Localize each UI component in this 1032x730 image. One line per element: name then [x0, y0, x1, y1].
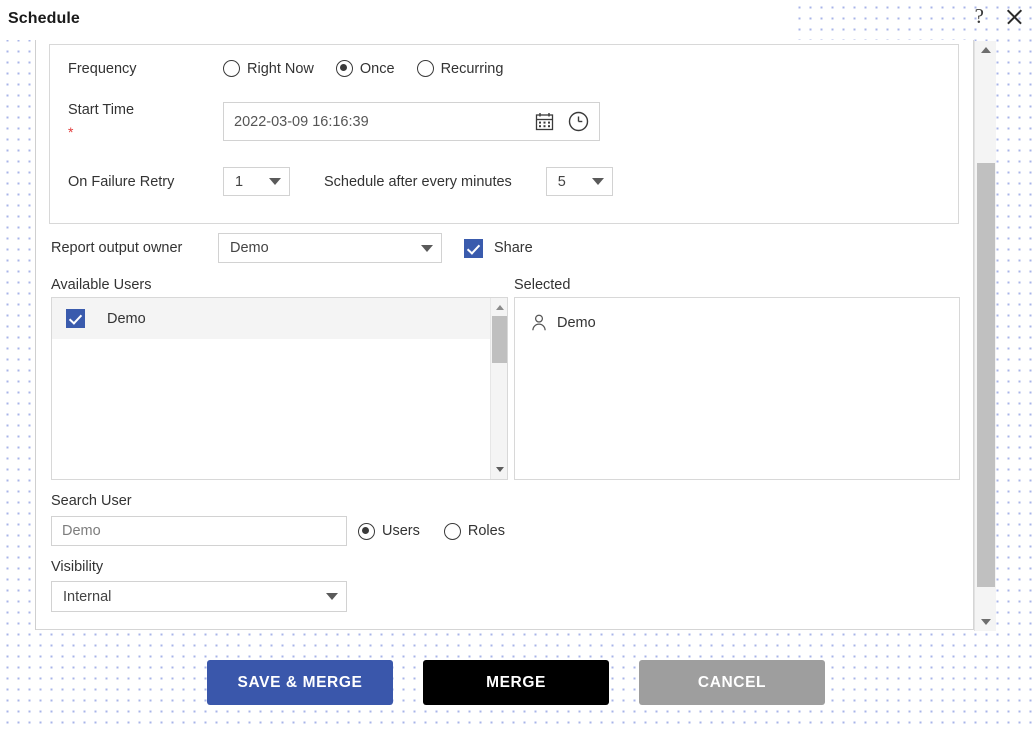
cancel-button[interactable]: CANCEL: [639, 660, 825, 705]
search-input-value: Demo: [62, 523, 101, 539]
start-time-label: Start Time: [68, 102, 135, 118]
selected-user-name: Demo: [557, 314, 596, 331]
radio-users-input[interactable]: [358, 522, 375, 540]
frequency-row: Frequency Right Now Once Recurring: [68, 60, 503, 77]
dialog-title-actions: ?: [975, 6, 1024, 27]
chevron-down-icon: [326, 593, 338, 600]
schedule-settings-panel: Frequency Right Now Once Recurring Start…: [49, 44, 959, 224]
schedule-dialog: Schedule ? Frequency Right Now Once Recu…: [0, 0, 1032, 730]
radio-recurring[interactable]: Recurring: [416, 60, 504, 77]
question-mark-icon[interactable]: ?: [975, 6, 984, 27]
scroll-thumb[interactable]: [977, 163, 995, 587]
radio-once-input[interactable]: [335, 60, 353, 77]
chevron-down-icon: [421, 244, 433, 252]
search-scope-radio-group: Users Roles: [358, 516, 505, 546]
scroll-thumb[interactable]: [492, 316, 507, 363]
calendar-icon[interactable]: [535, 112, 554, 131]
schedule-interval-label: Schedule after every minutes: [324, 173, 512, 190]
interval-minutes-value: 5: [557, 173, 566, 190]
search-user-label: Search User: [51, 493, 132, 509]
save-and-merge-button[interactable]: SAVE & MERGE: [207, 660, 393, 705]
dialog-body-inner: Frequency Right Now Once Recurring Start…: [36, 40, 974, 630]
visibility-label: Visibility: [51, 559, 104, 575]
radio-roles[interactable]: Roles: [443, 522, 505, 540]
available-user-checkbox[interactable]: [66, 309, 85, 328]
start-time-row: Start Time * 2022-03-09 16:16:39: [68, 102, 600, 141]
selected-users-label: Selected: [514, 277, 571, 293]
dialog-footer: SAVE & MERGE MERGE CANCEL: [0, 660, 1032, 730]
available-users-listbox[interactable]: Demo: [51, 297, 508, 480]
start-time-value: 2022-03-09 16:16:39: [234, 113, 369, 130]
visibility-select[interactable]: Internal: [51, 581, 347, 612]
scroll-up-icon[interactable]: [491, 300, 507, 314]
on-failure-retry-row: On Failure Retry 1 Schedule after every …: [68, 167, 613, 196]
available-users-label: Available Users: [51, 277, 152, 293]
available-user-name: Demo: [107, 310, 146, 327]
radio-users-label: Users: [382, 523, 420, 539]
start-time-label-wrap: Start Time *: [68, 102, 218, 139]
radio-users[interactable]: Users: [358, 522, 420, 540]
interval-minutes-select[interactable]: 5: [545, 167, 613, 196]
chevron-down-icon: [591, 178, 604, 185]
merge-button[interactable]: MERGE: [423, 660, 609, 705]
radio-roles-label: Roles: [467, 523, 505, 539]
start-time-input[interactable]: 2022-03-09 16:16:39: [223, 102, 600, 141]
retry-count-value: 1: [235, 173, 244, 190]
on-failure-retry-label: On Failure Retry: [68, 173, 175, 190]
radio-right-now-label: Right Now: [247, 60, 314, 77]
page-title: Schedule: [8, 10, 80, 27]
share-label: Share: [494, 240, 533, 256]
radio-roles-input[interactable]: [443, 522, 461, 540]
share-checkbox-group[interactable]: Share: [464, 238, 533, 258]
start-time-icons: [535, 111, 589, 132]
radio-right-now-input[interactable]: [223, 60, 240, 77]
radio-once-label: Once: [359, 60, 395, 77]
dialog-scrollbar[interactable]: [974, 41, 996, 631]
visibility-value: Internal: [63, 588, 112, 605]
report-output-owner-value: Demo: [230, 240, 269, 256]
radio-recurring-input[interactable]: [416, 60, 434, 77]
retry-count-select[interactable]: 1: [223, 167, 290, 196]
chevron-down-icon: [269, 178, 281, 185]
report-output-owner-select[interactable]: Demo: [218, 233, 442, 263]
share-checkbox[interactable]: [464, 238, 483, 258]
report-output-owner-label: Report output owner: [51, 240, 183, 256]
required-asterisk: *: [68, 124, 74, 140]
search-input[interactable]: Demo: [51, 516, 347, 546]
report-output-owner-row: Report output owner Demo Share: [51, 233, 533, 263]
scroll-down-icon[interactable]: [491, 462, 507, 476]
close-icon[interactable]: [1004, 7, 1024, 27]
frequency-label: Frequency: [68, 60, 137, 77]
dialog-body: Frequency Right Now Once Recurring Start…: [35, 40, 974, 630]
radio-once[interactable]: Once: [335, 60, 395, 77]
scroll-up-icon[interactable]: [975, 41, 997, 59]
radio-recurring-label: Recurring: [440, 60, 504, 77]
dialog-title-bar: Schedule: [0, 0, 790, 40]
scroll-down-icon[interactable]: [975, 613, 997, 631]
clock-icon[interactable]: [568, 111, 589, 132]
radio-right-now[interactable]: Right Now: [223, 60, 314, 77]
user-icon: [532, 314, 546, 331]
list-item[interactable]: Demo: [52, 298, 507, 339]
selected-users-listbox[interactable]: Demo: [514, 297, 960, 480]
list-item[interactable]: Demo: [515, 298, 959, 331]
available-users-scrollbar[interactable]: [490, 298, 507, 479]
